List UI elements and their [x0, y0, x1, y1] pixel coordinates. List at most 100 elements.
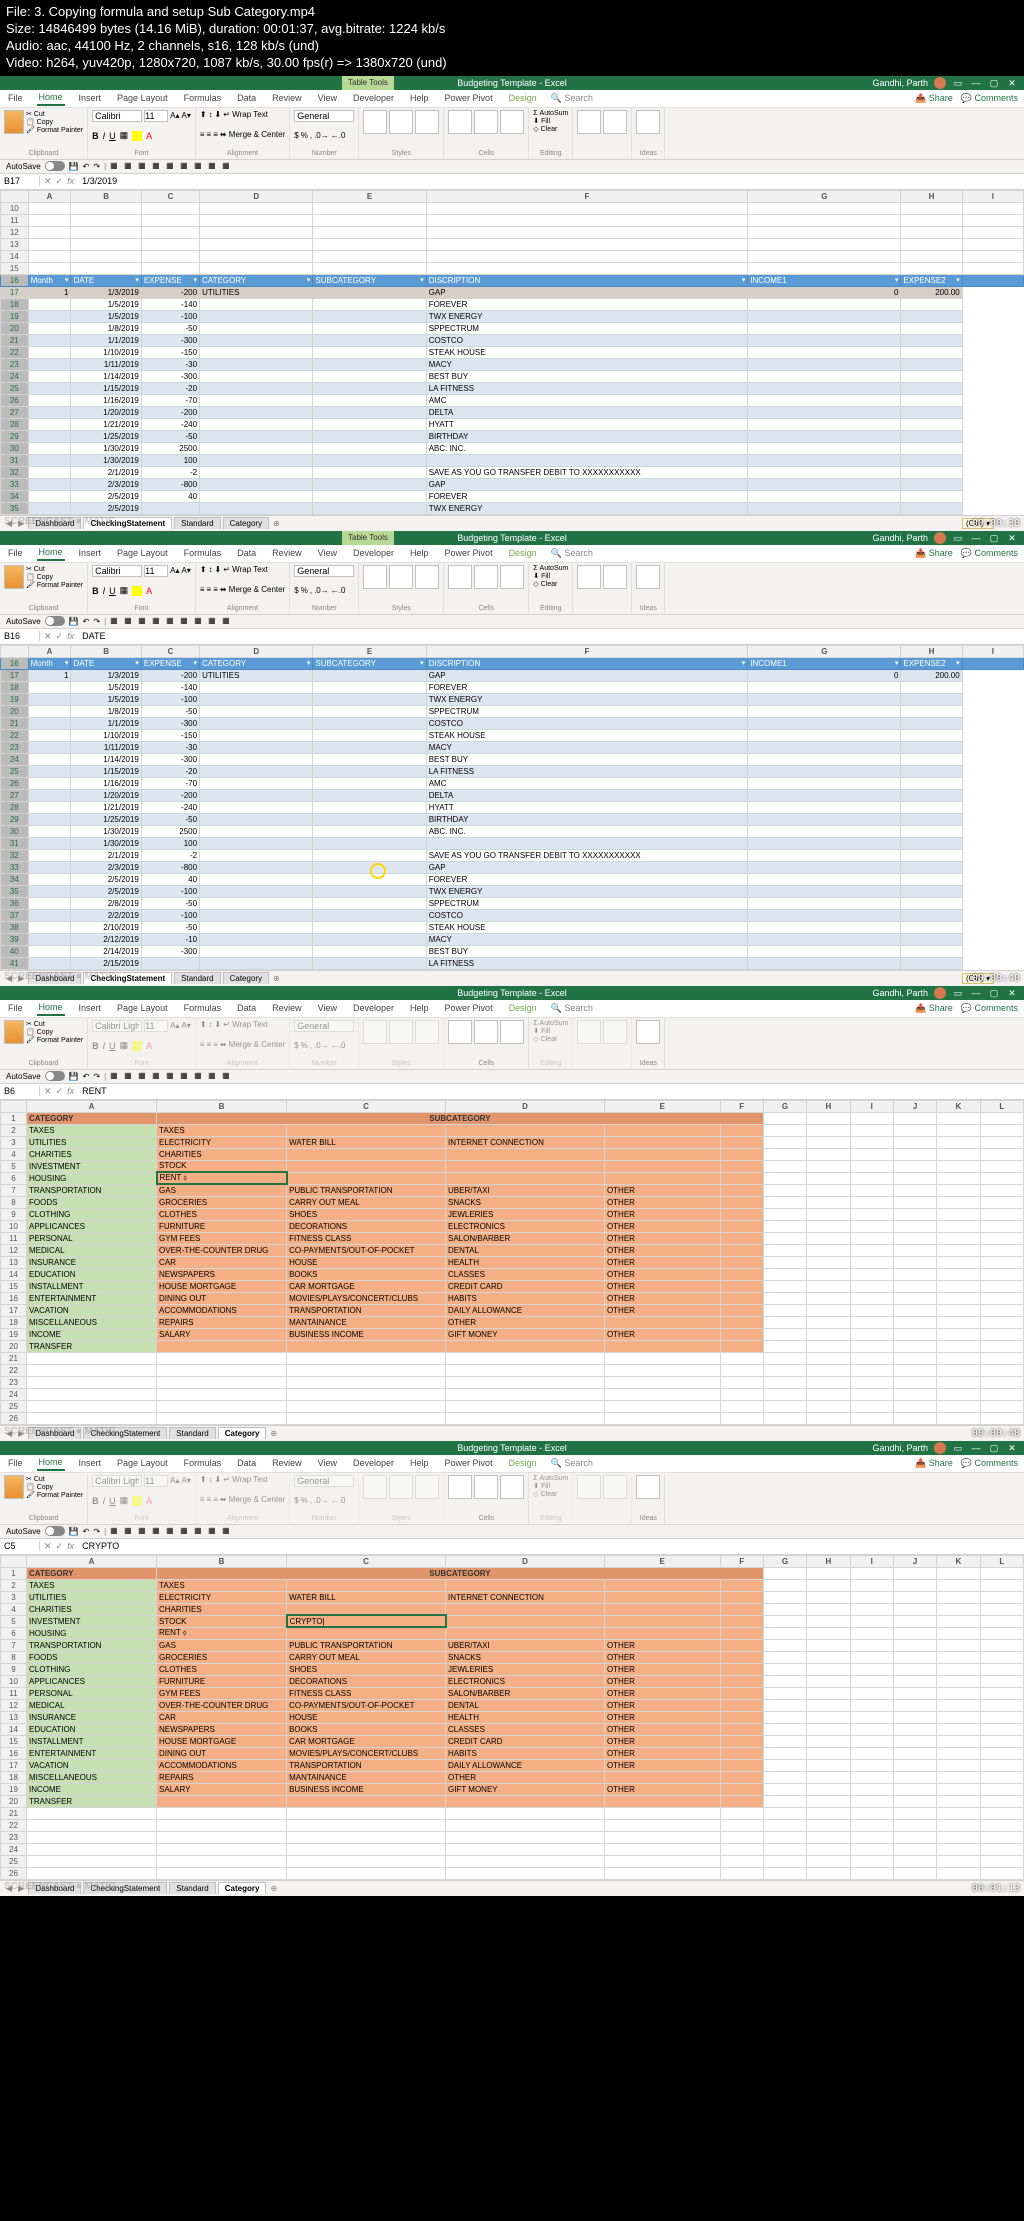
cell-income[interactable] — [748, 753, 901, 765]
cell-category[interactable]: INSTALLMENT — [27, 1735, 157, 1747]
ribbon-tab-insert[interactable]: Insert — [77, 1456, 104, 1470]
cell[interactable] — [850, 1172, 893, 1184]
cell-subcategory[interactable] — [720, 1220, 763, 1232]
cell[interactable] — [893, 1304, 936, 1316]
align-center-icon[interactable]: ≡ — [207, 1495, 212, 1504]
formula-input[interactable]: DATE — [78, 631, 1024, 641]
cell[interactable] — [807, 1124, 850, 1136]
cell-subcategory[interactable]: CAR MORTGAGE — [287, 1280, 446, 1292]
cell[interactable] — [141, 226, 199, 238]
cell-category[interactable] — [200, 466, 313, 478]
cell[interactable] — [850, 1855, 893, 1867]
cell-date[interactable]: 2/10/2019 — [71, 921, 141, 933]
cell-subcategory[interactable] — [604, 1316, 720, 1328]
undo-icon[interactable]: ↶ — [83, 1527, 90, 1536]
col-header-corner[interactable] — [1, 645, 29, 657]
cell[interactable] — [901, 262, 962, 274]
cell[interactable] — [980, 1723, 1023, 1735]
name-box[interactable]: C5 — [0, 1541, 40, 1551]
cell-income[interactable] — [748, 861, 901, 873]
cell-subcategory[interactable] — [313, 885, 426, 897]
cell[interactable] — [937, 1316, 980, 1328]
table-header-income1[interactable]: INCOME1 — [748, 274, 901, 286]
cell-expense2[interactable] — [901, 957, 962, 969]
cell-category[interactable] — [200, 717, 313, 729]
cell-income[interactable] — [748, 454, 901, 466]
cell[interactable] — [937, 1579, 980, 1591]
cell-income[interactable] — [748, 717, 901, 729]
qat-icon-2[interactable]: ▦ — [124, 1526, 134, 1536]
cell-month[interactable] — [28, 849, 71, 861]
qat-icon-8[interactable]: ▦ — [208, 616, 218, 626]
cell-subcategory[interactable]: UBER/TAXI — [446, 1184, 605, 1196]
cell-subcategory[interactable] — [313, 693, 426, 705]
cell[interactable] — [937, 1160, 980, 1172]
cell-month[interactable] — [28, 310, 71, 322]
cell-subcategory[interactable]: MOVIES/PLAYS/CONCERT/CLUBS — [287, 1747, 446, 1759]
merge-button[interactable]: ⬌ Merge & Center — [220, 130, 285, 139]
cell-subcategory[interactable]: OVER-THE-COUNTER DRUG — [157, 1699, 287, 1711]
qat-icon-1[interactable]: ▦ — [110, 1526, 120, 1536]
table-header-date[interactable]: DATE — [71, 274, 141, 286]
conditional-formatting-button[interactable] — [363, 1020, 387, 1044]
cell[interactable] — [200, 262, 313, 274]
cell[interactable] — [901, 214, 962, 226]
row-header-7[interactable]: 7 — [1, 1184, 27, 1196]
cell-month[interactable] — [28, 945, 71, 957]
ribbon-tab-home[interactable]: Home — [37, 1455, 65, 1471]
cell[interactable] — [937, 1567, 980, 1579]
align-mid-icon[interactable]: ↕ — [209, 110, 213, 119]
qat-icon-2[interactable]: ▦ — [124, 161, 134, 171]
cell-category[interactable]: VACATION — [27, 1304, 157, 1316]
align-right-icon[interactable]: ≡ — [213, 585, 218, 594]
align-top-icon[interactable]: ⬆ — [200, 1020, 207, 1029]
cell-expense[interactable] — [141, 957, 199, 969]
col-header-L[interactable]: L — [980, 1100, 1023, 1112]
cell[interactable] — [763, 1184, 806, 1196]
font-color-button[interactable]: A — [146, 586, 152, 596]
cell-category[interactable]: UTILITIES — [27, 1136, 157, 1148]
cell[interactable] — [850, 1867, 893, 1879]
row-header-3[interactable]: 3 — [1, 1136, 27, 1148]
table-header-date[interactable]: DATE — [71, 657, 141, 669]
cell[interactable] — [980, 1603, 1023, 1615]
tab-nav-prev[interactable]: ◀ — [4, 1429, 14, 1438]
cell-description[interactable]: MACY — [426, 741, 748, 753]
cell-income[interactable] — [748, 370, 901, 382]
cell-income[interactable] — [748, 921, 901, 933]
col-header-E[interactable]: E — [313, 645, 426, 657]
cell[interactable] — [937, 1292, 980, 1304]
insert-cells-button[interactable] — [448, 1020, 472, 1044]
align-mid-icon[interactable]: ↕ — [209, 1475, 213, 1484]
cell-category[interactable] — [200, 945, 313, 957]
ribbon-tab-view[interactable]: View — [316, 1001, 339, 1015]
table-header-category[interactable]: CATEGORY — [200, 274, 313, 286]
sheet-tab-dashboard[interactable]: Dashboard — [28, 1882, 81, 1894]
cell[interactable] — [763, 1567, 806, 1579]
cell-date[interactable]: 1/16/2019 — [71, 777, 141, 789]
fill-color-button[interactable] — [132, 131, 142, 141]
row-header-38[interactable]: 38 — [1, 921, 29, 933]
cell[interactable] — [937, 1675, 980, 1687]
ribbon-tab-insert[interactable]: Insert — [77, 1001, 104, 1015]
search-icon[interactable]: 🔍 Search — [551, 548, 593, 559]
cell[interactable] — [763, 1268, 806, 1280]
ribbon-tab-help[interactable]: Help — [408, 546, 431, 560]
cell[interactable] — [720, 1412, 763, 1424]
row-header-15[interactable]: 15 — [1, 1735, 27, 1747]
cell[interactable] — [850, 1196, 893, 1208]
cell[interactable] — [893, 1819, 936, 1831]
cell[interactable] — [850, 1256, 893, 1268]
cell[interactable] — [27, 1364, 157, 1376]
cell[interactable] — [980, 1591, 1023, 1603]
cell[interactable] — [604, 1867, 720, 1879]
cell-subcategory[interactable]: OTHER — [604, 1639, 720, 1651]
cell-subcategory[interactable] — [313, 322, 426, 334]
undo-icon[interactable]: ↶ — [83, 617, 90, 626]
cell[interactable] — [850, 1567, 893, 1579]
ribbon-tab-formulas[interactable]: Formulas — [182, 546, 224, 560]
cell-expense2[interactable] — [901, 789, 962, 801]
cell[interactable] — [937, 1352, 980, 1364]
row-header-4[interactable]: 4 — [1, 1148, 27, 1160]
cell-category[interactable] — [200, 957, 313, 969]
